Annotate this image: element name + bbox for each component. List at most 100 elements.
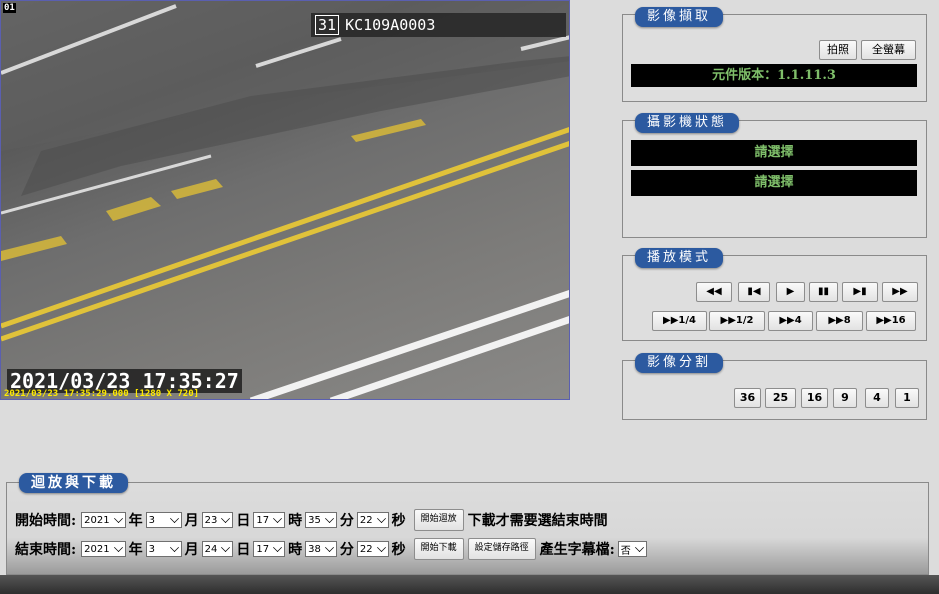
component-version: 元件版本：1.1.11.3 [631, 64, 917, 87]
capture-panel-title: 影像擷取 [635, 7, 724, 27]
end-day-select[interactable]: 24 [201, 541, 234, 557]
pause-button[interactable]: ▮▮ [809, 282, 838, 302]
chevron-down-icon [221, 513, 231, 523]
start-year-select[interactable]: 2021 [81, 512, 126, 528]
split-16-button[interactable]: 16 [801, 388, 828, 408]
unit-hour: 時 [288, 513, 303, 529]
camera-label-number: 31 [315, 15, 340, 35]
end-month-select[interactable]: 3 [145, 541, 182, 557]
start-download-button[interactable]: 開始下載 [413, 538, 464, 560]
start-hour-select[interactable]: 17 [253, 512, 286, 528]
speed-4x-button[interactable]: ▶▶4 [768, 311, 813, 331]
end-minute-select[interactable]: 38 [305, 541, 337, 557]
start-day-value: 23 [204, 514, 218, 526]
chevron-down-icon [113, 542, 123, 552]
speed-half-button[interactable]: ▶▶1/2 [709, 311, 765, 331]
playback-mode-panel: 播放模式 ◀◀ ▮◀ ▶ ▮▮ ▶▮ ▶▶ ▶▶1/4 ▶▶1/2 ▶▶4 ▶▶8 ▶▶16 [622, 248, 927, 341]
start-day-select[interactable]: 23 [201, 512, 234, 528]
chevron-down-icon [221, 542, 231, 552]
subtitle-file-label: 產生字幕檔: [539, 542, 615, 558]
end-time-label: 結束時間: [15, 542, 77, 558]
rewind-button[interactable]: ◀◀ [696, 282, 732, 302]
footer-bar [0, 575, 939, 594]
start-month-value: 3 [148, 514, 155, 526]
end-time-row: 結束時間: 2021 年 3 月 24 日 17 時 38 分 22 秒 開始下… [15, 538, 650, 560]
chevron-down-icon [324, 513, 334, 523]
speed-8x-button[interactable]: ▶▶8 [816, 311, 863, 331]
end-second-value: 22 [359, 543, 373, 555]
camera-status-panel: 攝影機狀態 請選擇 請選擇 [622, 113, 927, 238]
step-back-button[interactable]: ▮◀ [738, 282, 770, 302]
playback-mode-title: 播放模式 [635, 248, 724, 268]
end-year-select[interactable]: 2021 [81, 541, 126, 557]
channel-number: 01 [3, 3, 16, 13]
split-36-button[interactable]: 36 [734, 388, 761, 408]
end-year-value: 2021 [84, 543, 110, 555]
unit-minute: 分 [339, 513, 354, 529]
split-4-button[interactable]: 4 [865, 388, 889, 408]
chevron-down-icon [376, 513, 386, 523]
unit-minute: 分 [339, 542, 354, 558]
image-split-panel: 影像分割 36 25 16 9 4 1 [622, 353, 927, 420]
play-button[interactable]: ▶ [776, 282, 805, 302]
unit-month: 月 [184, 542, 199, 558]
playback-download-title: 迴放與下載 [19, 473, 128, 493]
road-scene-image [1, 1, 569, 399]
image-split-title: 影像分割 [635, 353, 724, 373]
chevron-down-icon [169, 542, 179, 552]
camera-status-line-2: 請選擇 [631, 170, 917, 196]
subtitle-file-select[interactable]: 否 [617, 541, 647, 557]
chevron-down-icon [324, 542, 334, 552]
unit-year: 年 [128, 513, 143, 529]
camera-label-text: KC109A0003 [345, 16, 436, 34]
unit-second: 秒 [391, 513, 406, 529]
fast-forward-button[interactable]: ▶▶ [882, 282, 918, 302]
split-9-button[interactable]: 9 [833, 388, 857, 408]
speed-quarter-button[interactable]: ▶▶1/4 [652, 311, 707, 331]
end-day-value: 24 [204, 543, 218, 555]
end-hour-value: 17 [256, 543, 270, 555]
camera-label: 31 KC109A0003 [311, 13, 566, 37]
chevron-down-icon [113, 513, 123, 523]
start-minute-select[interactable]: 35 [305, 512, 337, 528]
end-month-value: 3 [148, 543, 155, 555]
start-time-row: 開始時間: 2021 年 3 月 23 日 17 時 35 分 22 秒 開始迴… [15, 509, 608, 531]
unit-year: 年 [128, 542, 143, 558]
start-second-value: 22 [359, 514, 373, 526]
download-note: 下載才需要選結束時間 [467, 513, 608, 529]
unit-second: 秒 [391, 542, 406, 558]
snapshot-button[interactable]: 拍照 [819, 40, 857, 60]
start-month-select[interactable]: 3 [145, 512, 182, 528]
chevron-down-icon [273, 542, 283, 552]
unit-month: 月 [184, 513, 199, 529]
video-view[interactable]: 01 31 KC109A0003 2021/03/23 17:35:27 2021… [0, 0, 570, 400]
split-25-button[interactable]: 25 [765, 388, 796, 408]
start-year-value: 2021 [84, 514, 110, 526]
step-forward-button[interactable]: ▶▮ [842, 282, 878, 302]
stream-timestamp: 2021/03/23 17:35:29.000 [1280 X 720] [4, 389, 200, 399]
playback-download-panel: 迴放與下載 開始時間: 2021 年 3 月 23 日 17 時 35 分 22… [6, 473, 929, 575]
chevron-down-icon [634, 542, 644, 552]
capture-panel: 影像擷取 拍照 全螢幕 元件版本：1.1.11.3 [622, 7, 927, 102]
subtitle-file-value: 否 [620, 545, 631, 557]
start-time-label: 開始時間: [15, 513, 77, 529]
unit-hour: 時 [288, 542, 303, 558]
chevron-down-icon [376, 542, 386, 552]
start-hour-value: 17 [256, 514, 270, 526]
start-playback-button[interactable]: 開始迴放 [413, 509, 464, 531]
camera-status-line-1: 請選擇 [631, 140, 917, 166]
end-minute-value: 38 [308, 543, 321, 555]
speed-16x-button[interactable]: ▶▶16 [866, 311, 916, 331]
camera-status-title: 攝影機狀態 [635, 113, 740, 133]
unit-day: 日 [236, 542, 251, 558]
end-hour-select[interactable]: 17 [253, 541, 286, 557]
end-second-select[interactable]: 22 [356, 541, 389, 557]
chevron-down-icon [273, 513, 283, 523]
split-1-button[interactable]: 1 [895, 388, 919, 408]
fullscreen-button[interactable]: 全螢幕 [861, 40, 916, 60]
unit-day: 日 [236, 513, 251, 529]
chevron-down-icon [169, 513, 179, 523]
set-save-path-button[interactable]: 設定儲存路徑 [467, 538, 536, 560]
start-second-select[interactable]: 22 [356, 512, 389, 528]
start-minute-value: 35 [308, 514, 321, 526]
